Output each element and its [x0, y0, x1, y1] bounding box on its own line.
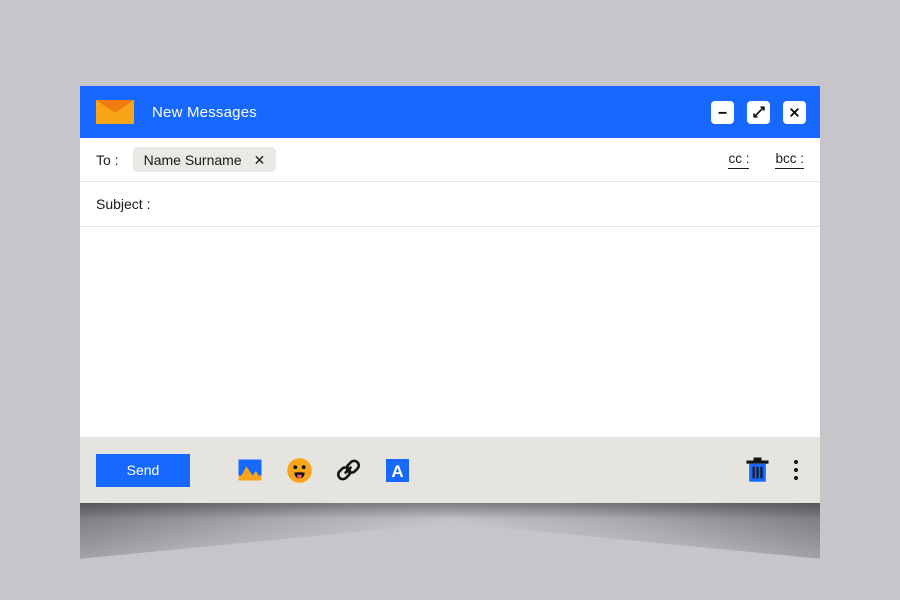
window-controls [711, 100, 806, 124]
more-options-button[interactable] [788, 457, 804, 483]
subject-label: Subject : [96, 196, 151, 212]
to-field-row: To : Name Surname ✕ cc : bcc : [80, 138, 820, 182]
minimize-icon [718, 111, 727, 114]
recipient-name: Name Surname [143, 151, 242, 168]
close-button[interactable] [783, 100, 806, 124]
cc-link[interactable]: cc : [728, 151, 750, 169]
send-button[interactable]: Send [96, 453, 190, 487]
envelope-icon [96, 100, 134, 124]
discard-draft-button[interactable] [743, 456, 771, 484]
to-label: To : [96, 151, 119, 168]
formatting-options-button[interactable]: A [383, 456, 411, 484]
toolbar-right-actions [743, 456, 804, 484]
expand-button[interactable] [747, 100, 770, 124]
window-titlebar: New Messages [80, 86, 820, 138]
toolbar-icons: A [236, 456, 411, 484]
message-body-input[interactable] [80, 227, 820, 437]
shadow-wing-right [450, 503, 820, 559]
recipient-chip[interactable]: Name Surname ✕ [132, 147, 277, 172]
window-title: New Messages [152, 103, 257, 121]
insert-link-button[interactable] [334, 456, 362, 484]
kebab-dot-1 [794, 460, 798, 464]
shadow-wing-left [80, 503, 450, 559]
close-icon [790, 107, 799, 117]
bcc-link[interactable]: bcc : [775, 151, 804, 169]
trash-icon [746, 457, 768, 482]
window-drop-shadow [80, 503, 820, 593]
emoji-icon [286, 457, 312, 483]
shadow-core [80, 503, 820, 519]
font-format-icon: A [385, 458, 409, 482]
image-icon [238, 459, 262, 481]
remove-recipient-icon[interactable]: ✕ [254, 153, 266, 167]
link-icon [336, 459, 360, 480]
compose-toolbar: Send A [80, 437, 820, 503]
compose-window: New Messages To : Name Surname ✕ cc: bc… [80, 86, 820, 503]
subject-field-row[interactable]: Subject : [80, 182, 820, 227]
cc-bcc-links: cc : bcc : [728, 151, 804, 169]
kebab-dot-3 [794, 476, 798, 480]
envelope-flap [96, 100, 134, 113]
svg-text:A: A [391, 462, 403, 481]
minimize-button[interactable] [711, 100, 734, 124]
expand-diagonal-icon [752, 106, 765, 118]
insert-emoji-button[interactable] [285, 456, 313, 484]
insert-image-button[interactable] [236, 456, 264, 484]
kebab-dot-2 [794, 468, 798, 472]
